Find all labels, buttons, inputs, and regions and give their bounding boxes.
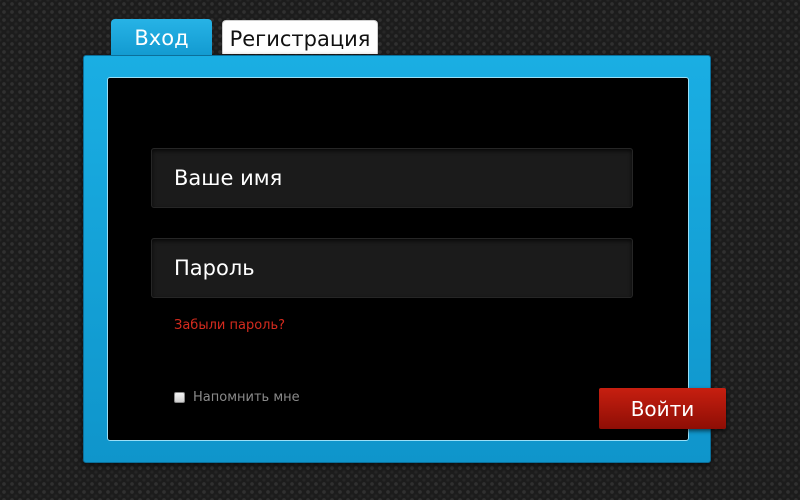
remember-checkbox[interactable] bbox=[174, 392, 185, 403]
remember-label: Напомнить мне bbox=[193, 390, 300, 405]
name-input[interactable] bbox=[151, 148, 633, 208]
login-button[interactable]: Войти bbox=[599, 388, 726, 429]
password-input[interactable] bbox=[151, 238, 633, 298]
remember-me[interactable]: Напомнить мне bbox=[174, 390, 300, 405]
forgot-password-link[interactable]: Забыли пароль? bbox=[174, 318, 285, 333]
login-form: Забыли пароль? Напомнить мне bbox=[107, 77, 689, 441]
tab-register[interactable]: Регистрация bbox=[222, 20, 378, 54]
tab-login[interactable]: Вход bbox=[111, 19, 212, 55]
